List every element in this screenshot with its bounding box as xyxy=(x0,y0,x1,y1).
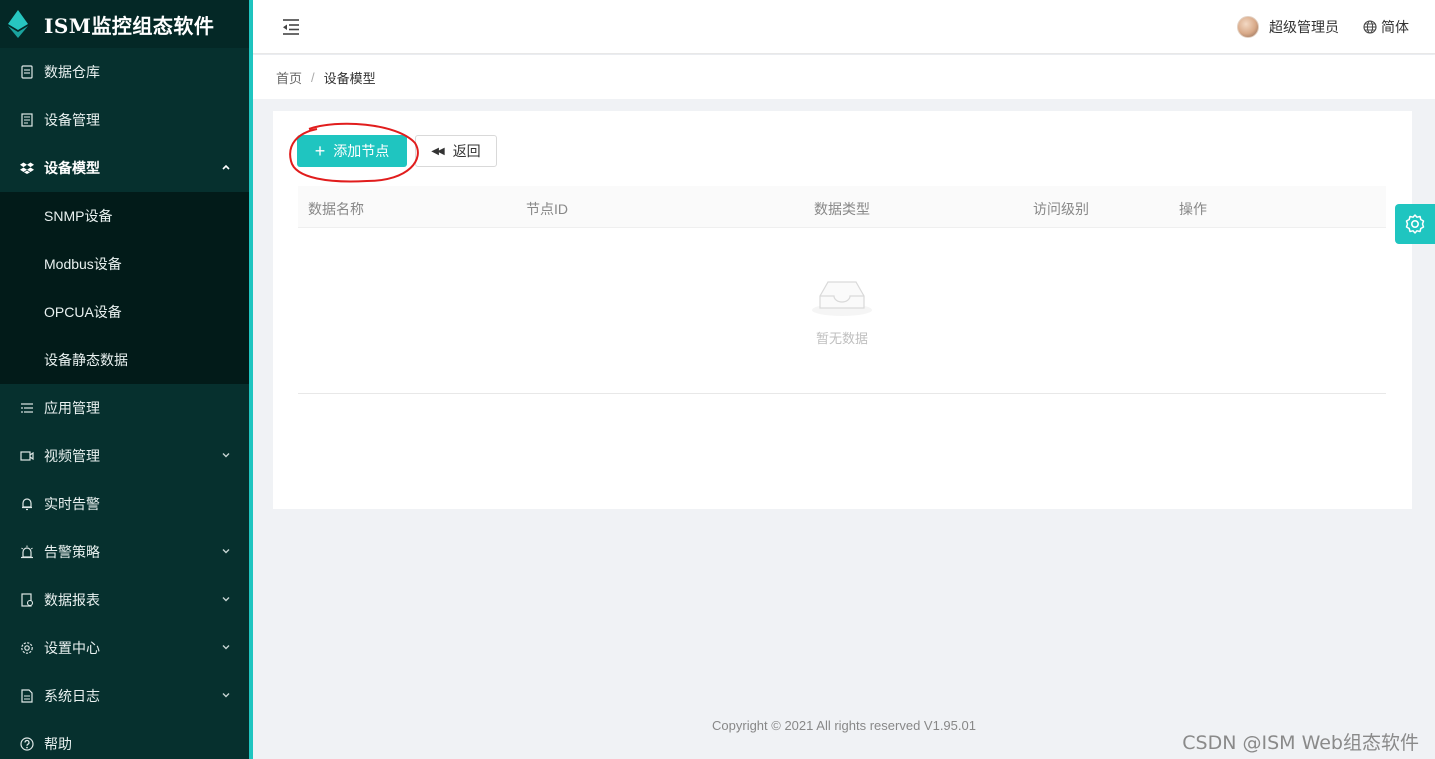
submenu-item-label: 设备静态数据 xyxy=(44,352,128,368)
sidebar-item-label: 系统日志 xyxy=(44,688,100,704)
sidebar-item-system-log[interactable]: 系统日志 xyxy=(0,672,249,720)
column-header: 数据类型 xyxy=(814,201,870,217)
avatar[interactable] xyxy=(1237,16,1259,38)
sidebar-item-data-report[interactable]: 数据报表 xyxy=(0,576,249,624)
alarm-icon xyxy=(20,545,34,559)
breadcrumb-current: 设备模型 xyxy=(323,70,376,86)
add-node-button[interactable]: + 添加节点 xyxy=(297,135,407,167)
chevron-down-icon xyxy=(222,597,230,602)
chevron-down-icon xyxy=(222,453,230,458)
submenu-item-modbus[interactable]: Modbus设备 xyxy=(0,240,249,288)
submenu-item-static-data[interactable]: 设备静态数据 xyxy=(0,336,249,384)
database-icon xyxy=(20,65,34,79)
breadcrumb: 首页 / 设备模型 xyxy=(253,55,1435,99)
sidebar-item-label: 设备管理 xyxy=(44,112,100,128)
sidebar-item-label: 设置中心 xyxy=(44,640,100,656)
sidebar-item-alarm-strategy[interactable]: 告警策略 xyxy=(0,528,249,576)
device-model-submenu: SNMP设备 Modbus设备 OPCUA设备 设备静态数据 xyxy=(0,192,249,384)
app-title: ISM监控组态软件 xyxy=(44,13,215,38)
empty-state: 暂无数据 xyxy=(298,228,1386,394)
back-label: 返回 xyxy=(452,143,481,159)
submenu-item-snmp[interactable]: SNMP设备 xyxy=(0,192,249,240)
plus-icon: + xyxy=(314,141,326,161)
column-header: 操作 xyxy=(1179,201,1207,217)
sidebar-item-video-management[interactable]: 视频管理 xyxy=(0,432,249,480)
sidebar-item-label: 数据报表 xyxy=(44,592,100,608)
report-icon xyxy=(20,593,34,607)
sidebar-item-label: 告警策略 xyxy=(44,544,100,560)
globe-icon xyxy=(1363,20,1377,34)
sidebar-divider xyxy=(249,0,253,759)
header-user-area: 超级管理员 简体 xyxy=(1237,0,1409,54)
top-header: 超级管理员 简体 xyxy=(253,0,1435,54)
column-header: 数据名称 xyxy=(308,201,364,217)
breadcrumb-home[interactable]: 首页 xyxy=(276,68,302,87)
menu-fold-icon[interactable] xyxy=(281,17,301,37)
node-table: 数据名称 节点ID 数据类型 访问级别 操作 暂无数据 xyxy=(298,186,1386,394)
table-header: 数据名称 节点ID 数据类型 访问级别 操作 xyxy=(298,186,1386,228)
device-icon xyxy=(20,113,34,127)
double-left-icon: ◀◀ xyxy=(431,145,444,157)
language-label: 简体 xyxy=(1381,19,1409,35)
user-name[interactable]: 超级管理员 xyxy=(1269,17,1339,37)
language-switcher[interactable]: 简体 xyxy=(1363,17,1409,37)
sidebar-item-label: 视频管理 xyxy=(44,448,100,464)
sidebar-item-label: 帮助 xyxy=(44,736,72,752)
column-header: 节点ID xyxy=(526,201,568,217)
list-icon xyxy=(20,401,34,415)
sidebar-item-label: 数据仓库 xyxy=(44,64,100,80)
sidebar-item-data-warehouse[interactable]: 数据仓库 xyxy=(0,48,249,96)
sidebar-item-label: 实时告警 xyxy=(44,496,100,512)
chevron-down-icon xyxy=(222,549,230,554)
breadcrumb-separator: / xyxy=(311,69,315,85)
log-icon xyxy=(20,689,34,703)
column-header: 访问级别 xyxy=(1033,201,1089,217)
empty-inbox-icon xyxy=(812,281,872,316)
sidebar-item-label: 设备模型 xyxy=(44,160,100,176)
logo[interactable]: ISM监控组态软件 xyxy=(0,0,249,48)
dropbox-icon xyxy=(20,161,34,175)
submenu-item-opcua[interactable]: OPCUA设备 xyxy=(0,288,249,336)
sidebar-item-device-management[interactable]: 设备管理 xyxy=(0,96,249,144)
sidebar-item-help[interactable]: 帮助 xyxy=(0,720,249,759)
gear-icon xyxy=(1405,214,1425,234)
chevron-down-icon xyxy=(222,645,230,650)
help-icon xyxy=(20,737,34,751)
sidebar-item-settings-center[interactable]: 设置中心 xyxy=(0,624,249,672)
watermark: CSDN @ISM Web组态软件 xyxy=(1182,732,1419,754)
bell-icon xyxy=(20,497,34,511)
submenu-item-label: OPCUA设备 xyxy=(44,304,122,320)
submenu-item-label: Modbus设备 xyxy=(44,256,122,272)
sidebar-item-label: 应用管理 xyxy=(44,400,100,416)
gear-icon xyxy=(20,641,34,655)
add-node-label: 添加节点 xyxy=(333,143,390,159)
submenu-item-label: SNMP设备 xyxy=(44,208,113,224)
back-button[interactable]: ◀◀ 返回 xyxy=(415,135,497,167)
sidebar-item-realtime-alarm[interactable]: 实时告警 xyxy=(0,480,249,528)
empty-text: 暂无数据 xyxy=(815,331,868,346)
sidebar-item-app-management[interactable]: 应用管理 xyxy=(0,384,249,432)
content-panel: + 添加节点 ◀◀ 返回 数据名称 节点ID 数据类型 访问级别 操作 暂无数据 xyxy=(273,111,1412,509)
video-icon xyxy=(20,449,34,463)
logo-diamond-icon xyxy=(8,10,28,38)
theme-settings-button[interactable] xyxy=(1395,204,1435,244)
chevron-down-icon xyxy=(222,693,230,698)
sidebar-item-device-model[interactable]: 设备模型 xyxy=(0,144,249,192)
sidebar: ISM监控组态软件 数据仓库 设备管理 设备模型 SNMP设备 Modbus设备… xyxy=(0,0,249,759)
chevron-up-icon xyxy=(222,164,230,170)
